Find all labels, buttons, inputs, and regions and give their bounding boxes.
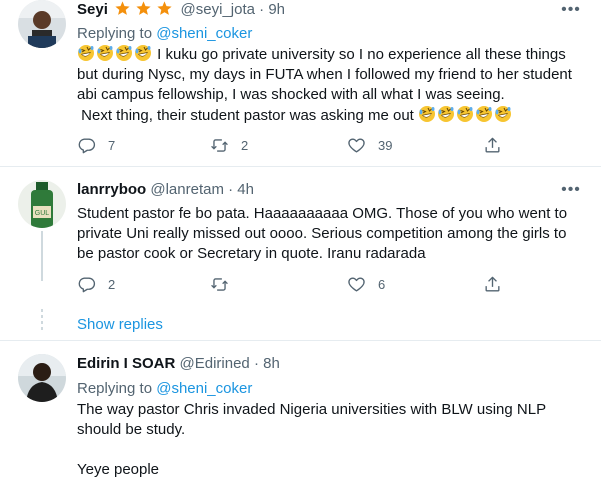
tweet-header: lanrryboo @lanretam · 4h [77,180,254,200]
retweet-button[interactable]: 2 [210,136,248,155]
heart-icon [347,136,366,155]
like-button[interactable]: 39 [347,136,392,155]
separator-dot: · [228,181,234,198]
tweet-header: Seyi @seyi_jota · 9h [77,0,285,20]
like-count: 6 [378,277,386,292]
tweet-edirin[interactable]: Edirin I SOAR @Edirined · 8h Replying to… [0,341,601,485]
rolling-laughing-emoji [96,44,114,62]
display-name[interactable]: Seyi [77,1,108,18]
tweet-text-line-3: abi campus fellowship, I was shocked wit… [77,86,505,103]
thread-dotted-line [41,309,43,333]
retweet-button[interactable] [210,275,241,294]
tweet-text-line-2: but during Nysc, my days in FUTA when I … [77,66,572,83]
reply-icon [77,136,96,155]
tweet-text-line-2: private Uni really missed out oooo. Seri… [77,225,567,242]
more-icon[interactable]: ••• [561,1,581,18]
tweet-text-line-3: Yeye people [77,461,160,478]
tweet-actions: 7 2 39 [77,136,507,156]
tweet-text-line-2: should be study. [77,421,186,438]
tweet-text-span: Next thing, their student pastor was ask… [77,107,419,124]
handle[interactable]: @seyi_jota [181,1,255,18]
share-button[interactable] [483,275,502,294]
like-count: 39 [378,138,393,153]
tweet-text-line-1: I kuku go private university so I no exp… [77,44,587,65]
rolling-laughing-emoji [77,44,95,62]
rolling-laughing-emoji [437,105,455,123]
tweet-seyi[interactable]: Seyi @seyi_jota · 9h ••• Replying to @sh… [0,0,601,166]
like-button[interactable]: 6 [347,275,385,294]
separator-dot: · [253,355,259,372]
avatar[interactable]: GUL [18,180,66,228]
avatar[interactable] [18,354,66,402]
star-badge-icon [156,0,173,17]
share-icon [483,275,502,294]
avatar[interactable] [18,0,66,48]
display-name[interactable]: lanrryboo [77,181,146,198]
rolling-laughing-emoji [418,105,436,123]
svg-text:GUL: GUL [35,210,50,217]
reply-count: 7 [108,138,116,153]
retweet-icon [210,275,229,294]
mention-link[interactable]: @sheni_coker [156,25,252,42]
tweet-text-blank-line: ​ [77,440,587,460]
show-replies-link[interactable]: Show replies [77,315,163,335]
tweet-text: Student pastor fe bo pata. Haaaaaaaaaa O… [77,204,587,264]
timestamp[interactable]: 4h [237,181,254,198]
tweet-text-line-1: The way pastor Chris invaded Nigeria uni… [77,401,547,418]
more-icon[interactable]: ••• [561,181,581,198]
share-button[interactable] [483,136,502,155]
rolling-laughing-emoji [456,105,474,123]
retweet-icon [210,136,229,155]
rolling-laughing-emoji [494,105,512,123]
tweet-text-line-4: Next thing, their student pastor was ask… [77,105,587,126]
tweet-text-line-1: Student pastor fe bo pata. Haaaaaaaaaa O… [77,205,568,222]
tweet-actions: 2 6 [77,275,507,295]
share-icon [483,136,502,155]
handle[interactable]: @lanretam [150,181,224,198]
star-badge-icon [135,0,152,17]
tweet-text: I kuku go private university so I no exp… [77,44,587,126]
tweet-text: The way pastor Chris invaded Nigeria uni… [77,400,587,480]
replying-prefix: Replying to [77,25,157,42]
rolling-laughing-emoji [475,105,493,123]
replying-prefix: Replying to [77,380,157,397]
reply-button[interactable]: 2 [77,275,115,294]
mention-link[interactable]: @sheni_coker [156,380,252,397]
rolling-laughing-emoji [134,44,152,62]
heart-icon [347,275,366,294]
rolling-laughing-emoji [115,44,133,62]
timestamp[interactable]: 9h [268,1,285,18]
display-name[interactable]: Edirin I SOAR [77,355,175,372]
separator-dot: · [259,1,265,18]
replying-to: Replying to @sheni_coker [77,379,252,399]
tweet-text-line-3: be pastor cook or Secretary in quote. Ir… [77,245,426,262]
star-badge-icon [114,0,131,17]
tweet-lanrryboo[interactable]: GUL lanrryboo @lanretam · 4h ••• Student… [0,167,601,344]
reply-icon [77,275,96,294]
timestamp[interactable]: 8h [263,355,280,372]
thread-line [41,231,43,281]
tweet-text-span: I kuku go private university so I no exp… [153,46,566,63]
reply-count: 2 [108,277,116,292]
handle[interactable]: @Edirined [180,355,250,372]
replying-to: Replying to @sheni_coker [77,24,252,44]
reply-button[interactable]: 7 [77,136,115,155]
tweet-header: Edirin I SOAR @Edirined · 8h [77,354,280,374]
retweet-count: 2 [241,138,249,153]
